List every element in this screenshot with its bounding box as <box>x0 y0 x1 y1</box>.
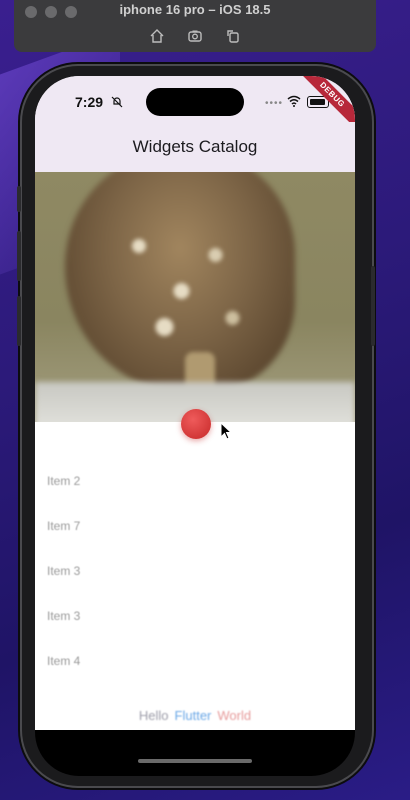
rotate-icon[interactable] <box>225 28 241 44</box>
volume-down-button <box>17 296 21 346</box>
wifi-icon <box>287 95 301 107</box>
simulator-toolbar: iphone 16 pro – iOS 18.5 <box>14 0 376 52</box>
owl-feathers <box>105 192 275 372</box>
device-screen: 7:29 •••• DEBUG Widgets Catalog Item 2 I… <box>35 76 355 776</box>
page-title: Widgets Catalog <box>132 137 258 156</box>
list-item[interactable]: Item 3 <box>35 548 355 593</box>
power-button <box>371 266 375 346</box>
simulator-title: iphone 16 pro – iOS 18.5 <box>119 2 271 17</box>
mouse-cursor-icon <box>220 422 232 440</box>
list-item[interactable]: Item 7 <box>35 503 355 548</box>
item-list: Item 2 Item 7 Item 3 Item 3 Item 4 <box>35 458 355 683</box>
home-indicator[interactable] <box>138 759 252 763</box>
list-item[interactable]: Item 3 <box>35 593 355 638</box>
bottom-label-hello: Hello <box>138 707 169 723</box>
simulator-actions <box>14 28 376 44</box>
volume-up-button <box>17 231 21 281</box>
list-item[interactable]: Item 2 <box>35 458 355 503</box>
screenshot-icon[interactable] <box>187 28 203 44</box>
cellular-signal-icon: •••• <box>265 98 284 109</box>
bottom-label-row: Hello Flutter World <box>35 700 355 730</box>
app-bar: Widgets Catalog <box>35 122 355 172</box>
bottom-label-world: World <box>217 707 252 723</box>
action-button <box>17 186 21 212</box>
red-fab-button[interactable] <box>181 409 211 439</box>
list-item[interactable]: Item 4 <box>35 638 355 683</box>
status-bar: 7:29 •••• DEBUG <box>35 76 355 132</box>
app-content: 7:29 •••• DEBUG Widgets Catalog Item 2 I… <box>35 76 355 730</box>
bell-slash-icon <box>111 96 123 108</box>
home-icon[interactable] <box>149 28 165 44</box>
iphone-device-frame: 7:29 •••• DEBUG Widgets Catalog Item 2 I… <box>17 66 375 786</box>
status-time: 7:29 <box>75 94 104 110</box>
owl-image <box>35 172 355 422</box>
dynamic-island <box>146 88 244 116</box>
bottom-label-flutter: Flutter <box>174 707 212 723</box>
